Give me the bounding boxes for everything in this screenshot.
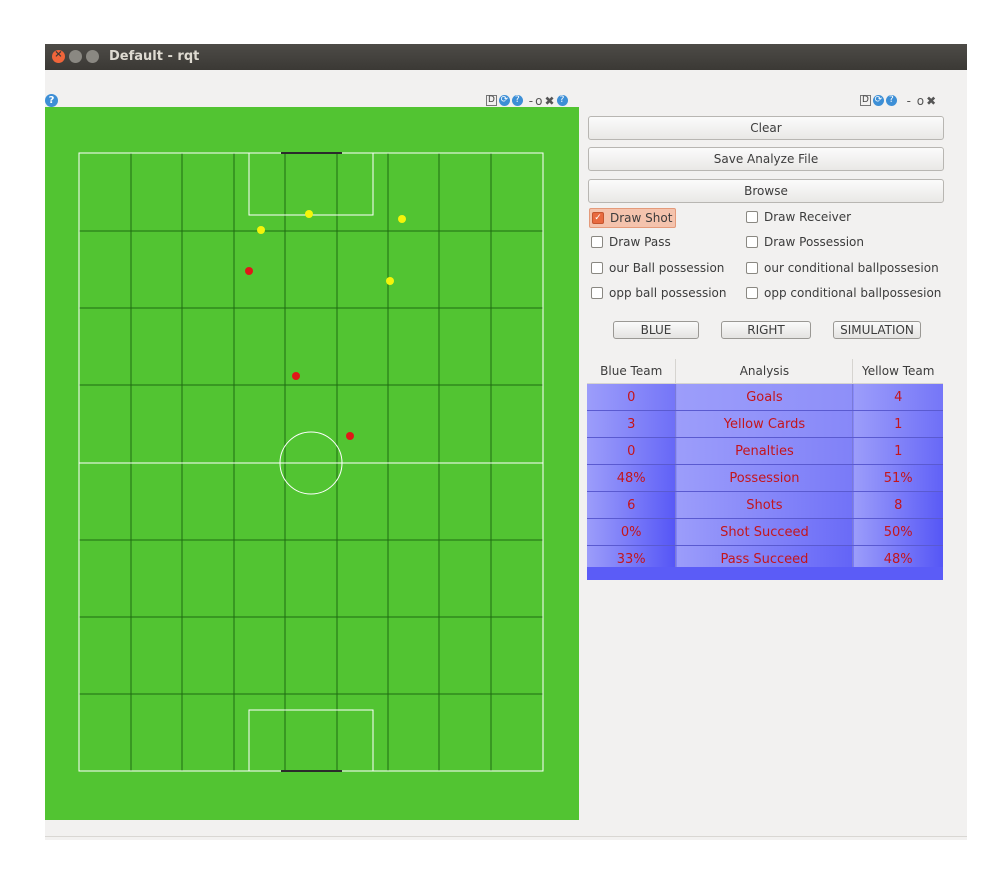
soccer-field-view[interactable] xyxy=(45,107,579,820)
metric-cell[interactable]: Shots xyxy=(675,491,854,519)
checkbox-label: Draw Possession xyxy=(764,235,864,249)
clear-button[interactable]: Clear xyxy=(588,116,944,140)
column-header[interactable]: Analysis xyxy=(675,359,854,384)
yellow-robot[interactable] xyxy=(305,210,313,218)
metric-cell[interactable]: Yellow Cards xyxy=(675,410,854,438)
yellow-team-cell[interactable]: 50% xyxy=(852,518,943,546)
close-icon: × xyxy=(54,49,63,60)
blue-team-cell[interactable]: 6 xyxy=(587,491,677,519)
our-ball-possession-checkbox[interactable]: our Ball possession xyxy=(591,259,724,277)
blue-team-cell[interactable]: 0 xyxy=(587,383,677,411)
draw-possession-checkbox[interactable]: Draw Possession xyxy=(746,233,864,251)
yellow-team xyxy=(257,210,406,285)
red-robot[interactable] xyxy=(346,432,354,440)
metric-cell[interactable]: Goals xyxy=(675,383,854,411)
our-conditional-possession-checkbox[interactable]: our conditional ballpossesion xyxy=(746,259,939,277)
dock-d-icon[interactable]: D xyxy=(860,95,871,106)
blue-team-cell[interactable]: 0% xyxy=(587,518,677,546)
checkbox-icon xyxy=(746,235,758,248)
yellow-robot[interactable] xyxy=(386,277,394,285)
table-row[interactable]: 48% Possession 51% xyxy=(587,464,943,492)
yellow-robot[interactable] xyxy=(257,226,265,234)
yellow-team-cell[interactable]: 8 xyxy=(852,491,943,519)
table-row[interactable]: 6 Shots 8 xyxy=(587,491,943,519)
checkbox-label: our conditional ballpossesion xyxy=(764,261,939,275)
help-icon[interactable]: ? xyxy=(511,95,523,106)
blue-team-cell[interactable]: 3 xyxy=(587,410,677,438)
window-title: Default - rqt xyxy=(109,49,200,64)
minimize-dock-icon[interactable]: - xyxy=(525,94,533,108)
red-robot[interactable] xyxy=(292,372,300,380)
blue-team-cell[interactable]: 0 xyxy=(587,437,677,465)
blue-team-cell[interactable]: 48% xyxy=(587,464,677,492)
reload-icon[interactable]: ⟳ xyxy=(498,95,510,106)
left-dock-controls: D ⟳? - o ✖? xyxy=(486,93,570,108)
dock-d-icon[interactable]: D xyxy=(486,95,497,106)
checkbox-icon xyxy=(746,286,758,299)
table-row[interactable]: 0% Shot Succeed 50% xyxy=(587,518,943,546)
save-analyze-file-button[interactable]: Save Analyze File xyxy=(588,147,944,171)
checkbox-icon xyxy=(591,261,603,274)
checkbox-icon xyxy=(746,261,758,274)
draw-receiver-checkbox[interactable]: Draw Receiver xyxy=(746,208,851,226)
yellow-team-cell[interactable]: 51% xyxy=(852,464,943,492)
float-dock-icon[interactable]: o xyxy=(535,94,542,108)
table-header-row: Blue Team Analysis Yellow Team xyxy=(587,359,943,384)
field-canvas xyxy=(78,152,544,772)
team-color-button[interactable]: BLUE xyxy=(613,321,699,339)
column-header[interactable]: Yellow Team xyxy=(852,359,943,384)
checkbox-label: Draw Shot xyxy=(610,211,673,225)
browse-button[interactable]: Browse xyxy=(588,179,944,203)
table-row[interactable]: 0 Goals 4 xyxy=(587,383,943,411)
side-button[interactable]: RIGHT xyxy=(721,321,811,339)
left-dock-help-icon[interactable]: ? xyxy=(45,94,58,107)
window-minimize-button[interactable] xyxy=(69,50,82,63)
metric-cell[interactable]: Possession xyxy=(675,464,854,492)
field-grid xyxy=(79,153,543,771)
checkbox-icon xyxy=(591,286,603,299)
field-lines xyxy=(78,152,544,772)
title-bar: × Default - rqt xyxy=(45,44,967,70)
yellow-team-cell[interactable]: 4 xyxy=(852,383,943,411)
source-mode-button[interactable]: SIMULATION xyxy=(833,321,921,339)
checkbox-label: opp conditional ballpossesion xyxy=(764,286,942,300)
opp-conditional-possession-checkbox[interactable]: opp conditional ballpossesion xyxy=(746,284,941,302)
table-row[interactable]: 0 Penalties 1 xyxy=(587,437,943,465)
red-robot[interactable] xyxy=(245,267,253,275)
status-bar-divider xyxy=(45,836,967,837)
checkbox-label: Draw Receiver xyxy=(764,210,852,224)
window-close-button[interactable]: × xyxy=(52,49,65,63)
reload-icon[interactable]: ⟳ xyxy=(872,95,884,106)
analysis-table: Blue Team Analysis Yellow Team 0 Goals 4 3 Y… xyxy=(587,359,943,573)
close-dock-icon[interactable]: ✖ xyxy=(926,94,936,108)
yellow-team-cell[interactable]: 1 xyxy=(852,437,943,465)
checkbox-label: our Ball possession xyxy=(609,261,725,275)
metric-cell[interactable]: Penalties xyxy=(675,437,854,465)
opp-ball-possession-checkbox[interactable]: opp ball possession xyxy=(591,284,726,302)
yellow-robot[interactable] xyxy=(398,215,406,223)
red-team xyxy=(245,267,354,440)
column-header[interactable]: Blue Team xyxy=(587,359,677,384)
table-footer xyxy=(587,567,943,580)
window-maximize-button[interactable] xyxy=(86,50,99,63)
yellow-team-cell[interactable]: 1 xyxy=(852,410,943,438)
table-row[interactable]: 3 Yellow Cards 1 xyxy=(587,410,943,438)
close-dock-icon[interactable]: ✖ xyxy=(544,94,554,108)
checkbox-icon xyxy=(746,210,758,223)
checkbox-label: opp ball possession xyxy=(609,286,727,300)
checkmark-icon: ✓ xyxy=(592,211,604,224)
help-icon[interactable]: ? xyxy=(885,95,897,106)
right-dock-help-icon[interactable]: ? xyxy=(556,95,568,106)
checkbox-icon xyxy=(591,235,603,248)
checkbox-label: Draw Pass xyxy=(609,235,671,249)
right-dock-controls: D ⟳? - o ✖ xyxy=(860,93,938,108)
draw-pass-checkbox[interactable]: Draw Pass xyxy=(591,233,671,251)
metric-cell[interactable]: Shot Succeed xyxy=(675,518,854,546)
draw-shot-checkbox[interactable]: ✓ Draw Shot xyxy=(589,208,677,228)
float-dock-icon[interactable]: o xyxy=(913,94,924,108)
minimize-dock-icon[interactable]: - xyxy=(899,94,911,108)
